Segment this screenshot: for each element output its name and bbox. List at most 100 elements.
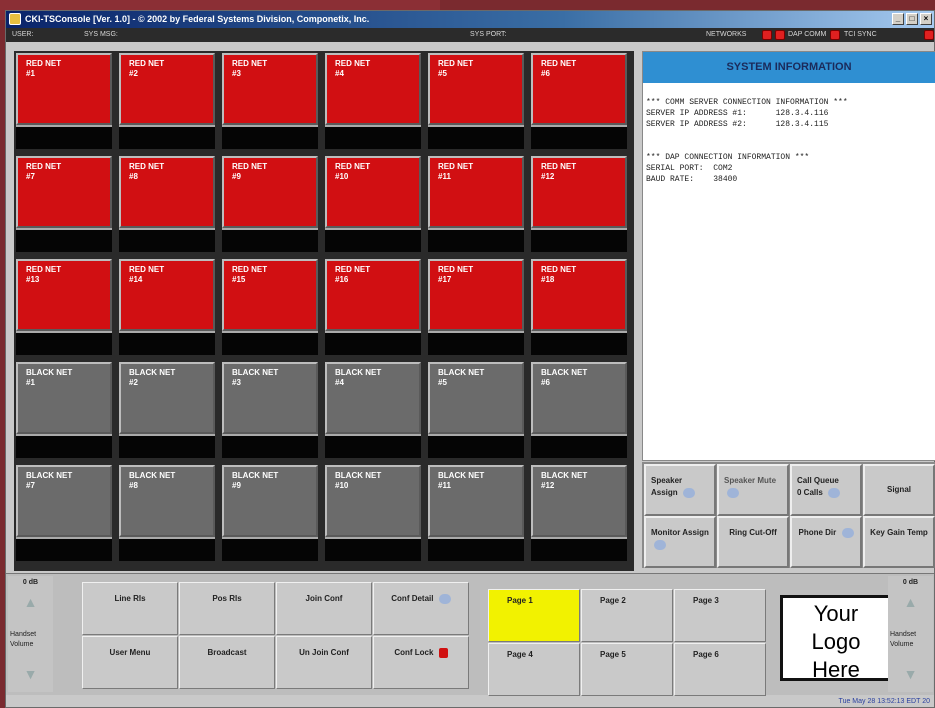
red-net-button[interactable]: RED NET #3 (222, 53, 318, 149)
net-number: #2 (129, 378, 138, 387)
black-net-button[interactable]: BLACK NET #6 (531, 362, 627, 458)
net-label: BLACK NET (541, 368, 588, 377)
conf-lock-button[interactable]: Conf Lock (373, 636, 469, 689)
black-net-button[interactable]: BLACK NET #4 (325, 362, 421, 458)
net-status-bar (119, 125, 215, 149)
net-number: #1 (26, 69, 35, 78)
pos-rls-button[interactable]: Pos Rls (179, 582, 275, 635)
net-label-area: RED NET #9 (222, 156, 318, 228)
net-status-bar (222, 537, 318, 561)
red-net-button[interactable]: RED NET #18 (531, 259, 627, 355)
net-label: BLACK NET (129, 471, 176, 480)
net-status-bar (16, 331, 112, 355)
black-net-button[interactable]: BLACK NET #1 (16, 362, 112, 458)
black-net-button[interactable]: BLACK NET #9 (222, 465, 318, 561)
net-label-area: BLACK NET #9 (222, 465, 318, 537)
red-net-button[interactable]: RED NET #4 (325, 53, 421, 149)
red-net-button[interactable]: RED NET #15 (222, 259, 318, 355)
net-status-bar (428, 125, 524, 149)
red-net-button[interactable]: RED NET #6 (531, 53, 627, 149)
net-number: #13 (26, 275, 40, 284)
user-menu-button[interactable]: User Menu (82, 636, 178, 689)
page-6-button[interactable]: Page 6 (674, 643, 766, 696)
black-net-button[interactable]: BLACK NET #7 (16, 465, 112, 561)
black-net-button[interactable]: BLACK NET #12 (531, 465, 627, 561)
red-net-button[interactable]: RED NET #12 (531, 156, 627, 252)
black-net-button[interactable]: BLACK NET #2 (119, 362, 215, 458)
volume-up-arrow-icon[interactable]: ▲ (8, 594, 53, 610)
monitor-assign-button[interactable]: Monitor Assign (644, 516, 716, 568)
red-net-button[interactable]: RED NET #2 (119, 53, 215, 149)
net-number: #5 (438, 69, 447, 78)
networks-label: NETWORKS (706, 31, 747, 38)
red-net-button[interactable]: RED NET #5 (428, 53, 524, 149)
sys-msg-label: SYS MSG: (84, 31, 118, 38)
red-net-button[interactable]: RED NET #10 (325, 156, 421, 252)
net-label-area: BLACK NET #2 (119, 362, 215, 434)
net-label: BLACK NET (26, 471, 73, 480)
red-net-button[interactable]: RED NET #16 (325, 259, 421, 355)
page-4-button[interactable]: Page 4 (488, 643, 580, 696)
red-net-button[interactable]: RED NET #17 (428, 259, 524, 355)
conf-detail-button[interactable]: Conf Detail (373, 582, 469, 635)
broadcast-button[interactable]: Broadcast (179, 636, 275, 689)
lock-icon (438, 647, 448, 658)
logo-line-2: Logo (811, 629, 861, 654)
unjoin-conf-button[interactable]: Un Join Conf (276, 636, 372, 689)
tci-sync-label: TCI SYNC (844, 31, 877, 38)
speaker-mute-button[interactable]: Speaker Mute (717, 464, 789, 516)
close-button[interactable]: × (920, 13, 932, 25)
red-net-button[interactable]: RED NET #8 (119, 156, 215, 252)
net-status-bar (222, 125, 318, 149)
red-net-button[interactable]: RED NET #7 (16, 156, 112, 252)
key-gain-temp-button[interactable]: Key Gain Temp (863, 516, 935, 568)
black-net-button[interactable]: BLACK NET #10 (325, 465, 421, 561)
phone-dir-button[interactable]: Phone Dir (790, 516, 862, 568)
black-net-button[interactable]: BLACK NET #3 (222, 362, 318, 458)
minimize-button[interactable]: _ (892, 13, 904, 25)
net-label: RED NET (335, 162, 371, 171)
logo-line-1: Your (813, 601, 859, 626)
signal-button[interactable]: Signal (863, 464, 935, 516)
net-label-area: RED NET #3 (222, 53, 318, 125)
net-label: RED NET (335, 59, 371, 68)
red-net-button[interactable]: RED NET #14 (119, 259, 215, 355)
red-net-button[interactable]: RED NET #9 (222, 156, 318, 252)
net-status-bar (428, 434, 524, 458)
red-net-button[interactable]: RED NET #13 (16, 259, 112, 355)
function-button-panel: Speaker Assign Speaker Mute Call Queue 0… (642, 462, 935, 568)
line-rls-button[interactable]: Line Rls (82, 582, 178, 635)
dap-comm-led (830, 30, 840, 40)
volume-down-arrow-icon[interactable]: ▼ (8, 666, 53, 682)
datetime-display: Tue May 28 13:52:13 EDT 20 (838, 698, 930, 705)
net-number: #6 (541, 69, 550, 78)
maximize-button[interactable]: □ (906, 13, 918, 25)
net-status-bar (119, 537, 215, 561)
net-number: #12 (541, 172, 555, 181)
black-net-button[interactable]: BLACK NET #5 (428, 362, 524, 458)
page-1-button[interactable]: Page 1 (488, 589, 580, 642)
queue-icon (828, 487, 841, 498)
ring-cutoff-button[interactable]: Ring Cut-Off (717, 516, 789, 568)
volume-up-arrow-icon[interactable]: ▲ (888, 594, 933, 610)
system-information-title: SYSTEM INFORMATION (643, 52, 935, 83)
red-net-button[interactable]: RED NET #1 (16, 53, 112, 149)
page-2-button[interactable]: Page 2 (581, 589, 673, 642)
net-label-area: RED NET #4 (325, 53, 421, 125)
red-net-button[interactable]: RED NET #11 (428, 156, 524, 252)
right-volume-db: 0 dB (902, 579, 919, 586)
black-net-button[interactable]: BLACK NET #8 (119, 465, 215, 561)
page-3-button[interactable]: Page 3 (674, 589, 766, 642)
black-net-button[interactable]: BLACK NET #11 (428, 465, 524, 561)
net-number: #3 (232, 378, 241, 387)
join-conf-button[interactable]: Join Conf (276, 582, 372, 635)
volume-down-arrow-icon[interactable]: ▼ (888, 666, 933, 682)
call-queue-button[interactable]: Call Queue 0 Calls (790, 464, 862, 516)
net-status-bar (119, 331, 215, 355)
ring-cutoff-label: Ring Cut-Off (729, 528, 777, 537)
net-label: BLACK NET (26, 368, 73, 377)
page-5-button[interactable]: Page 5 (581, 643, 673, 696)
net-status-bar (531, 125, 627, 149)
speaker-assign-button[interactable]: Speaker Assign (644, 464, 716, 516)
headset-icon (654, 539, 666, 550)
